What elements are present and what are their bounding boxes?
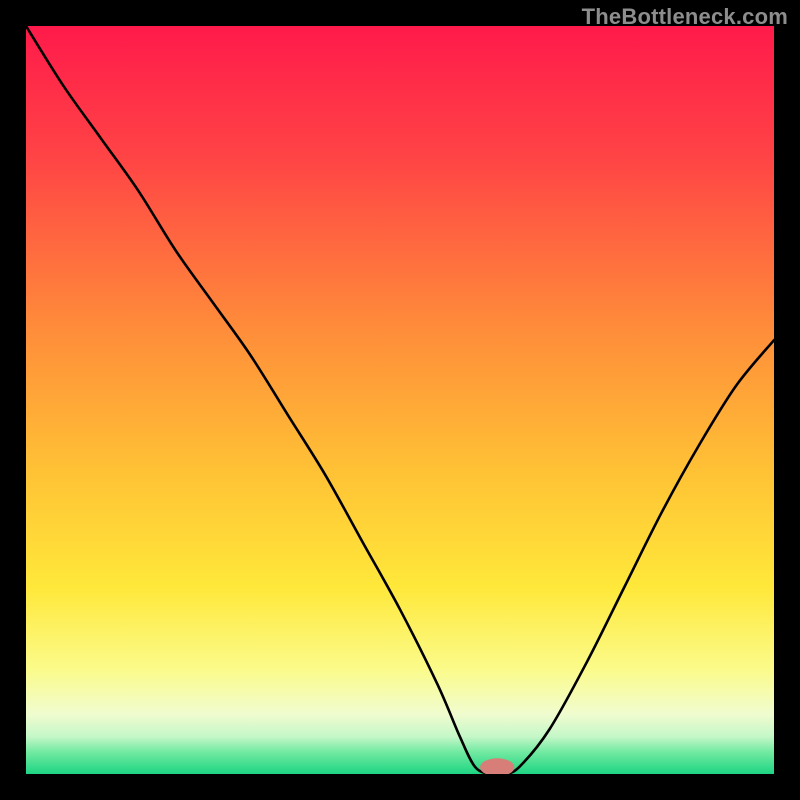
chart-background [26,26,774,774]
bottleneck-chart [26,26,774,774]
chart-frame: TheBottleneck.com [0,0,800,800]
